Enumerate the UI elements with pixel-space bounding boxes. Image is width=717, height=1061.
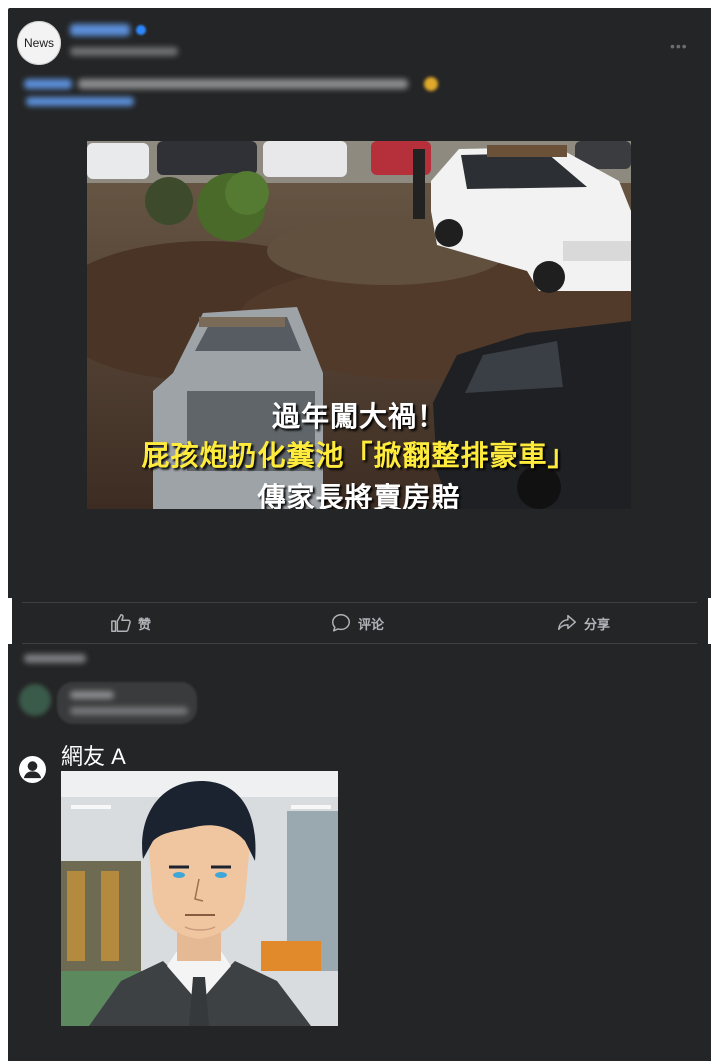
share-button[interactable]: 分享 (556, 612, 610, 634)
user-avatar-icon[interactable] (19, 756, 46, 783)
page-avatar[interactable]: News (17, 21, 61, 65)
post-text-line1b (78, 79, 408, 89)
image-caption-line3: 傳家長將賣房賠 (257, 482, 461, 509)
comment-text (70, 707, 188, 715)
comment-bubble-icon (332, 614, 350, 632)
reply-image[interactable] (61, 771, 338, 1026)
like-button[interactable]: 赞 (110, 612, 151, 634)
thumbs-up-icon (111, 614, 131, 632)
avatar-label: News (23, 36, 54, 50)
post-text-line1 (24, 79, 72, 89)
like-label: 赞 (138, 616, 152, 632)
commenter-avatar[interactable] (19, 684, 51, 716)
comment-bubble (57, 682, 197, 724)
reply-illustration (61, 771, 338, 1026)
emoji-icon (424, 77, 438, 91)
verified-badge-icon (136, 25, 146, 35)
comment-label: 评论 (358, 616, 385, 632)
more-options-icon[interactable]: ••• (670, 38, 688, 54)
post-image[interactable]: 過年闖大禍！ 屁孩炮扔化糞池「掀翻整排豪車」 傳家長將賣房賠 (87, 141, 631, 509)
comment-button[interactable]: 评论 (330, 612, 384, 634)
share-label: 分享 (584, 616, 611, 632)
post-text-line2[interactable] (26, 97, 134, 106)
reply-author-name[interactable]: 網友 A (61, 739, 126, 771)
post-author[interactable] (70, 24, 130, 36)
comment-author[interactable] (70, 691, 114, 699)
action-bar-top-divider (22, 602, 697, 603)
image-caption-line1: 過年闖大禍！ (271, 401, 446, 432)
comment-sort-dropdown[interactable] (24, 654, 86, 663)
image-caption-line2: 屁孩炮扔化糞池「掀翻整排豪車」 (141, 440, 577, 471)
post-meta (70, 47, 178, 56)
share-arrow-icon (558, 614, 576, 631)
